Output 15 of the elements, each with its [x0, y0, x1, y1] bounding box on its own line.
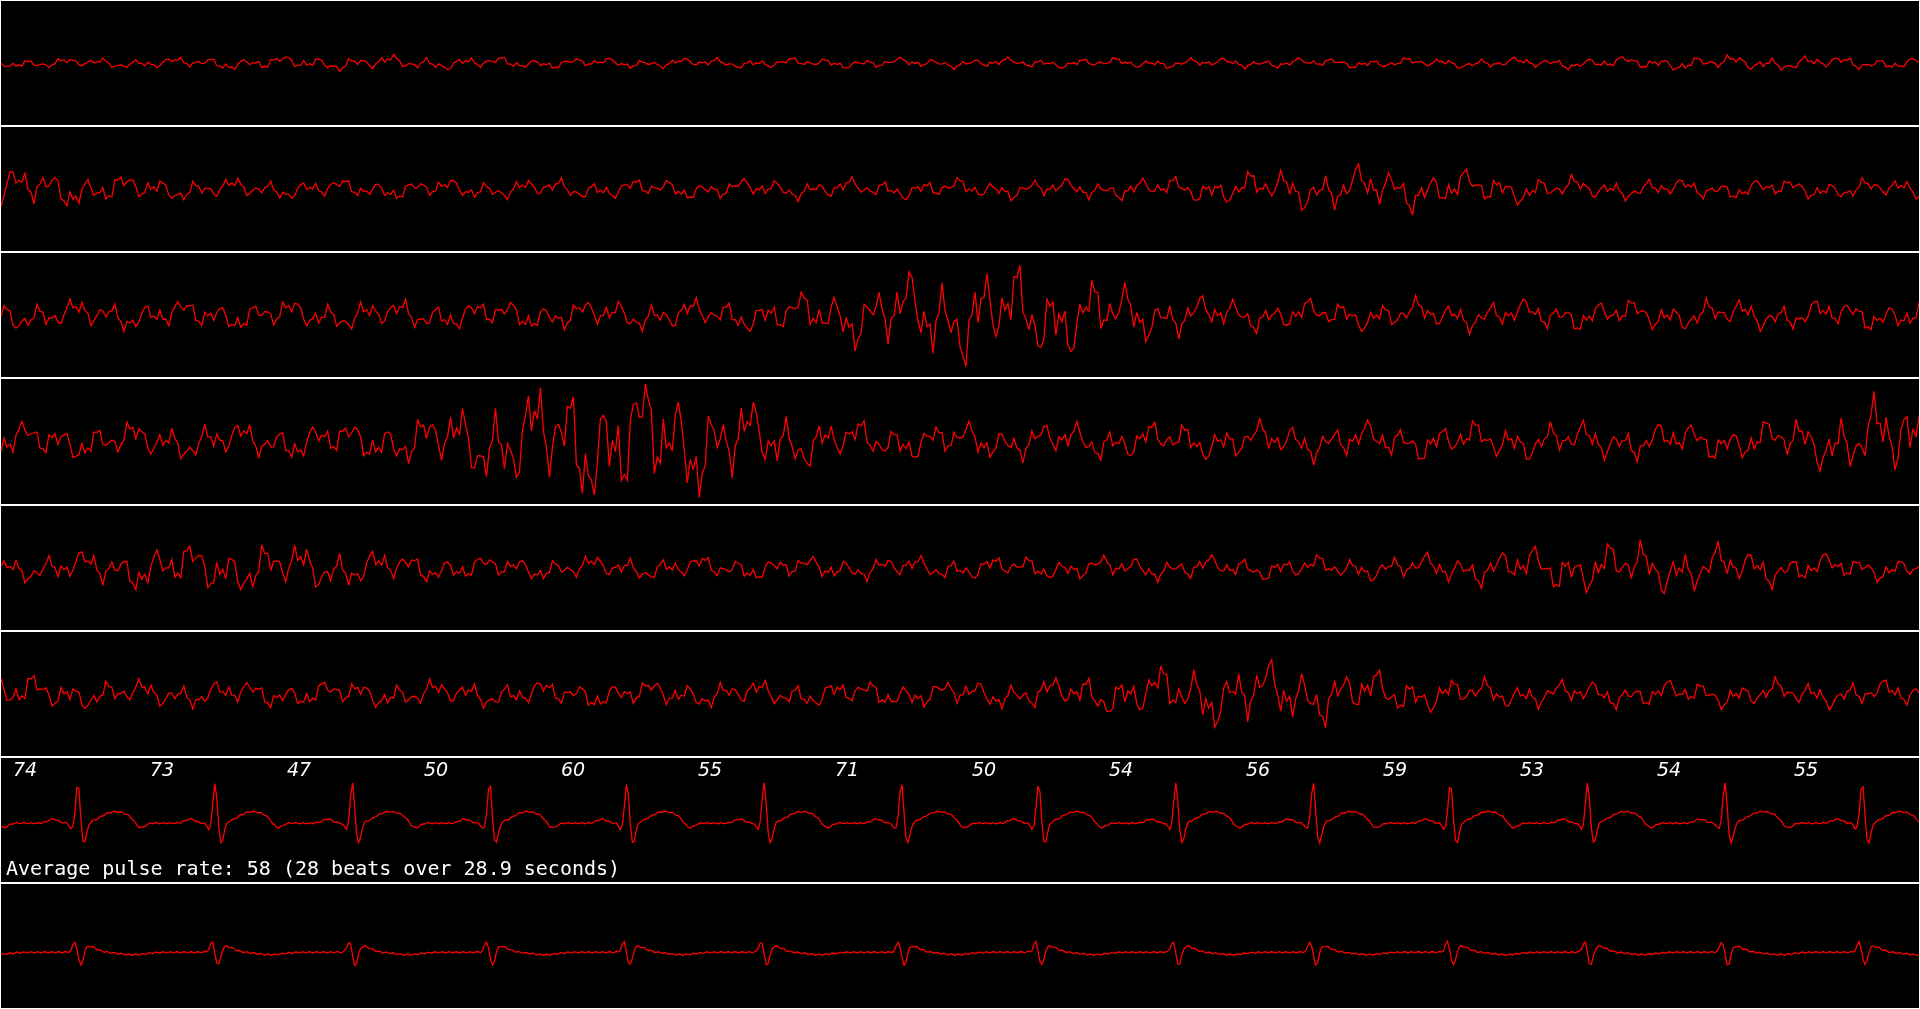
pulse-rate-label: 74: [13, 757, 38, 780]
pulse-rate-label: 71: [835, 757, 860, 780]
pulse-rate-label: 47: [287, 757, 312, 780]
pulse-rate-label: 54: [1657, 757, 1682, 780]
pulse-rate-label: 56: [1246, 757, 1271, 780]
pulse-rate-label: 50: [972, 757, 997, 780]
pulse-rate-label: 55: [698, 757, 723, 780]
pulse-rate-label: 54: [1109, 757, 1134, 780]
average-pulse-caption: Average pulse rate: 58 (28 beats over 28.9 seconds): [6, 855, 621, 880]
pulse-rate-label: 73: [150, 757, 175, 780]
pulse-rate-label: 55: [1794, 757, 1819, 780]
pulse-rate-label: 60: [561, 757, 586, 780]
pulse-rate-label: 50: [424, 757, 449, 780]
pulse-rate-label: 59: [1383, 757, 1408, 780]
pulse-rate-label: 53: [1520, 757, 1545, 780]
